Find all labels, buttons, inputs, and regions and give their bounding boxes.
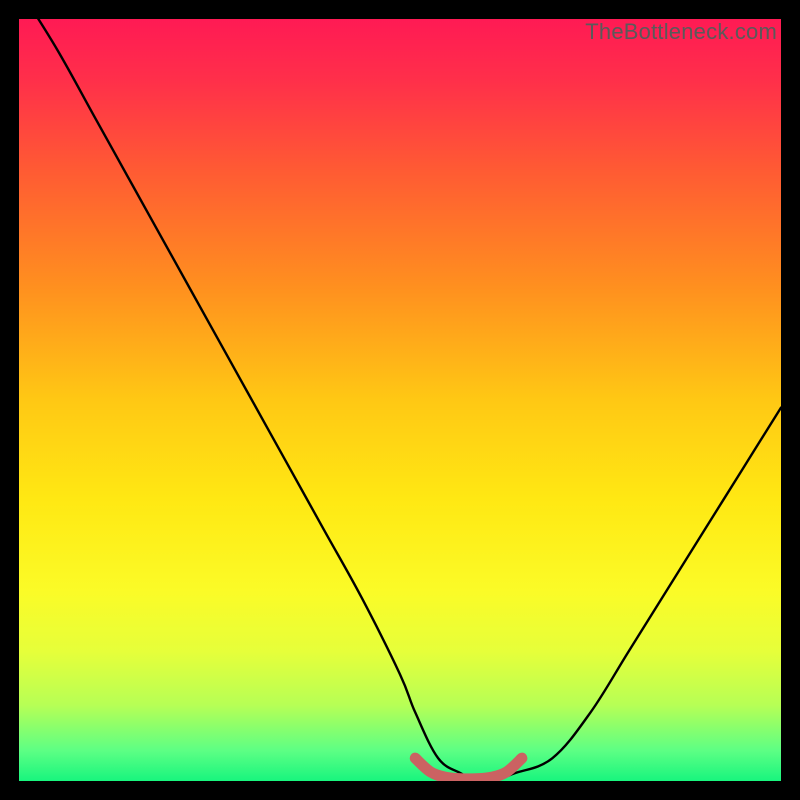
- gradient-background: [19, 19, 781, 781]
- chart-frame: TheBottleneck.com: [19, 19, 781, 781]
- bottleneck-chart: [19, 19, 781, 781]
- watermark-text: TheBottleneck.com: [585, 19, 777, 45]
